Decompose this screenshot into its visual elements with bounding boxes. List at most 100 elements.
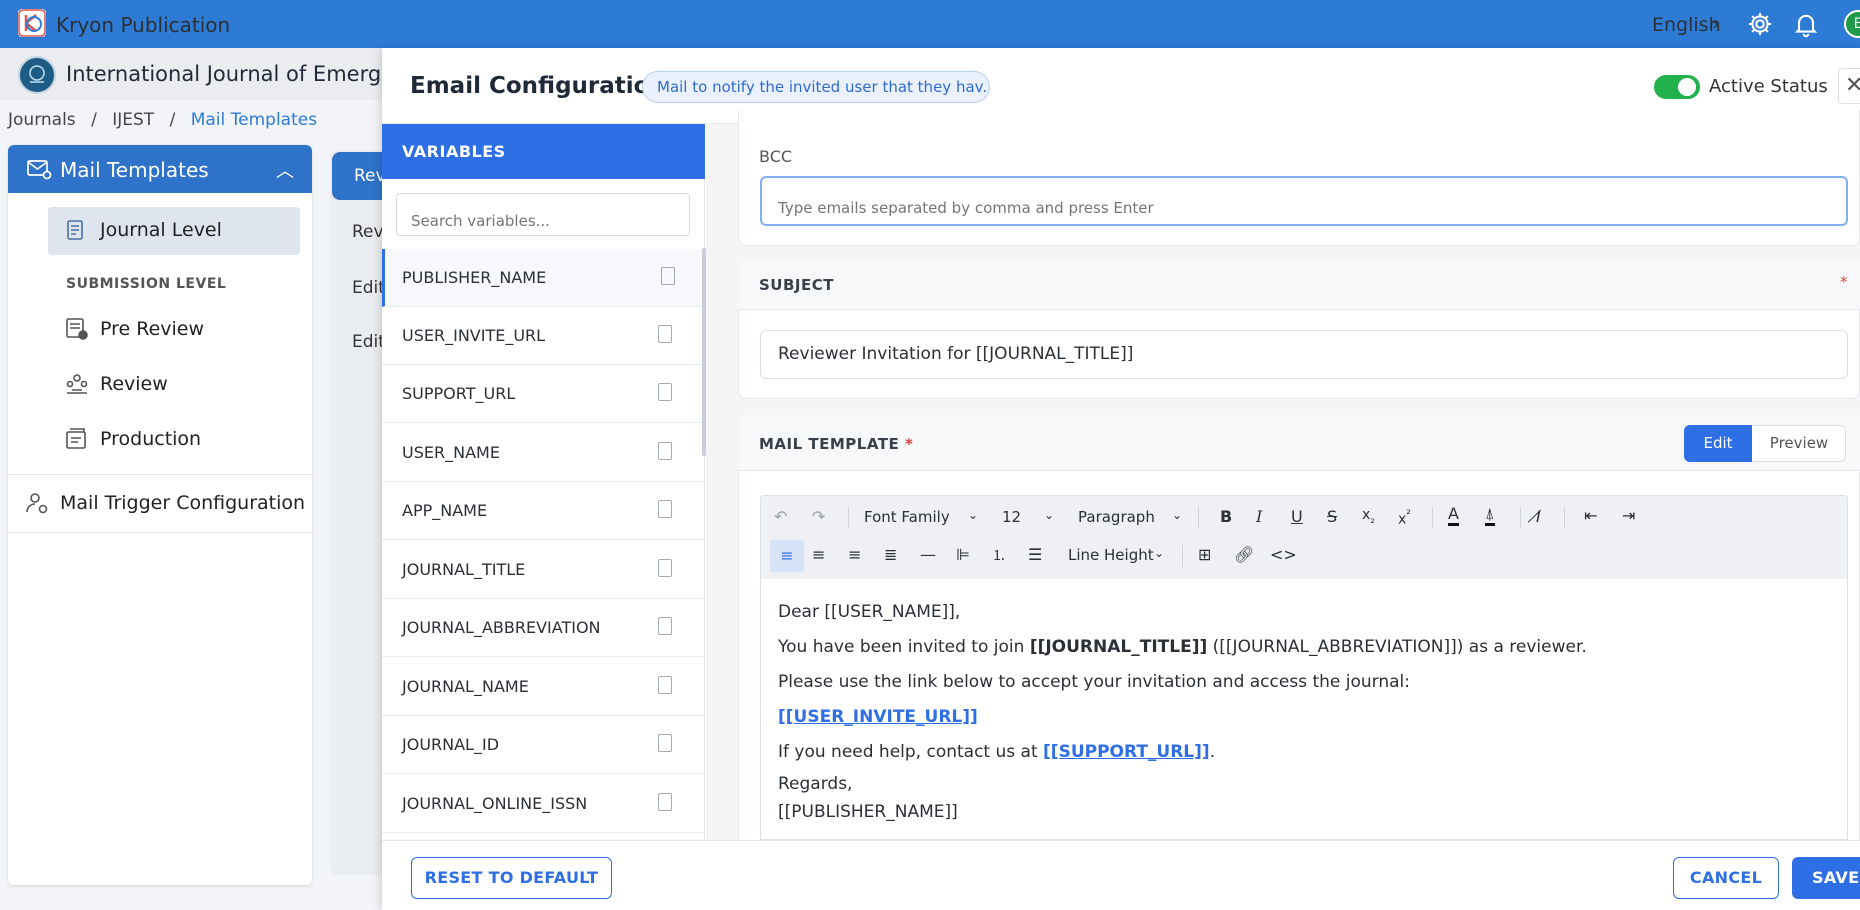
required-mark: * [905,435,914,453]
chevron-up-icon[interactable]: ︿ [276,157,294,183]
template-tab[interactable]: Edit [352,278,385,298]
redo-icon[interactable]: ↷ [812,507,825,526]
breadcrumb-journals[interactable]: Journals [8,110,76,130]
link-icon[interactable]: 🔗︎ [1234,545,1254,564]
invite-url-link[interactable]: [[USER_INVITE_URL]] [778,707,978,727]
variables-header: VARIABLES [382,124,705,179]
language-selector[interactable]: English [1652,14,1721,36]
highlight-color-icon[interactable]: ⍋ [1485,505,1495,526]
variable-name: APP_NAME [402,501,488,520]
document-icon[interactable] [658,559,672,577]
cancel-button[interactable]: CANCEL [1673,857,1779,899]
bulleted-list-icon[interactable]: ☰ [1028,545,1042,564]
editor-bold-text: [[JOURNAL_TITLE]] [1029,637,1208,657]
document-icon[interactable] [658,676,672,694]
document-icon[interactable] [658,383,672,401]
align-right-icon[interactable]: ≡ [848,545,861,564]
block-indent-icon[interactable]: ⊫ [956,545,970,564]
align-center-icon[interactable]: ≡ [812,545,825,564]
breadcrumb-mail-templates[interactable]: Mail Templates [191,110,317,130]
variable-item[interactable]: JOURNAL_NAME [382,658,705,716]
template-description-chip: Mail to notify the invited user that the… [642,71,990,103]
editor-line: Dear [[USER_NAME]], [778,602,961,622]
variable-item[interactable]: JOURNAL_ONLINE_ISSN [382,775,705,833]
outdent-icon[interactable]: ⇤ [1584,506,1597,525]
editor-line: If you need help, contact us at [[SUPPOR… [778,735,1830,770]
gear-icon[interactable] [1746,10,1774,38]
journal-name: International Journal of Emerging [66,62,386,86]
save-button[interactable]: SAVE [1792,857,1860,899]
code-view-icon[interactable]: <> [1270,545,1297,564]
variable-item[interactable]: JOURNAL_ABBREVIATION [382,599,705,657]
variables-search-input[interactable] [396,193,690,236]
strikethrough-icon[interactable]: S [1327,507,1337,526]
sidebar-item-label: Journal Level [100,219,222,241]
user-settings-icon [24,490,50,516]
variable-item[interactable]: PUBLISHER_NAME [382,249,705,307]
bold-icon[interactable]: B [1220,507,1232,526]
toolbar-separator [1198,507,1199,529]
bell-icon[interactable] [1792,10,1820,38]
font-family-select[interactable]: Font Family [864,508,950,526]
subject-input[interactable]: Reviewer Invitation for [[JOURNAL_TITLE]… [760,330,1848,379]
document-icon[interactable] [658,617,672,635]
sidebar-mail-templates-header[interactable]: Mail Templates ︿ [8,145,312,193]
template-tab[interactable]: Edit [352,332,385,352]
variable-item[interactable]: APP_NAME [382,482,705,540]
journal-logo-icon [18,56,56,94]
variable-item[interactable]: USER_INVITE_URL [382,307,705,365]
variable-name: JOURNAL_ONLINE_ISSN [402,794,588,813]
variable-item[interactable]: USER_NAME [382,424,705,482]
italic-icon[interactable]: I [1256,507,1262,526]
breadcrumb-ijest[interactable]: IJEST [112,110,154,130]
subject-header [738,258,1860,310]
variable-name: USER_INVITE_URL [402,326,546,345]
variable-name: JOURNAL_ABBREVIATION [402,618,601,637]
document-icon[interactable] [658,734,672,752]
editor-line: [[USER_INVITE_URL]] [778,700,1830,735]
document-icon[interactable] [658,325,672,343]
reset-to-default-button[interactable]: RESET TO DEFAULT [411,857,612,899]
document-icon[interactable] [658,500,672,518]
sidebar-item-mail-trigger[interactable]: Mail Trigger Configuration [60,492,305,514]
support-url-link[interactable]: [[SUPPORT_URL]] [1043,742,1210,762]
text-color-icon[interactable]: A [1448,505,1459,526]
numbered-list-icon[interactable]: ⒈ [992,545,1006,565]
sidebar-item-production[interactable]: Production [100,428,201,450]
line-height-select[interactable]: Line Height [1068,546,1154,564]
variable-item[interactable]: JOURNAL_TITLE [382,541,705,599]
underline-icon[interactable]: U [1291,507,1303,526]
horizontal-rule-icon[interactable]: — [920,545,936,564]
toolbar-separator [1564,507,1565,529]
chevron-down-icon: ⌄ [1044,508,1055,522]
justify-icon[interactable]: ≣ [884,545,897,564]
font-size-select[interactable]: 12 [1002,508,1021,526]
document-icon[interactable] [661,267,675,285]
undo-icon[interactable]: ↶ [774,507,787,526]
document-icon[interactable] [658,793,672,811]
variable-name: JOURNAL_TITLE [402,560,526,579]
preview-tab-button[interactable]: Preview [1752,425,1846,462]
close-icon[interactable]: ✕ [1838,68,1860,104]
superscript-icon[interactable]: x² [1398,507,1411,528]
bcc-input[interactable] [760,176,1848,226]
document-icon[interactable] [658,442,672,460]
subscript-icon[interactable]: x₂ [1362,507,1375,526]
block-format-select[interactable]: Paragraph [1078,508,1155,526]
align-left-icon[interactable]: ≡ [770,540,804,572]
variable-item[interactable]: SUPPORT_URL [382,365,705,423]
clear-format-icon[interactable]: I̸ [1536,507,1541,526]
variable-name: JOURNAL_ID [402,735,500,754]
journal-doc-icon [64,218,90,244]
variable-item[interactable]: JOURNAL_ID [382,716,705,774]
sidebar-item-pre-review[interactable]: Pre Review [100,318,204,340]
mail-template-editor[interactable]: Dear [[USER_NAME]], You have been invite… [760,579,1848,840]
editor-line: [[PUBLISHER_NAME]] [778,802,958,822]
app-logo-icon[interactable] [18,9,46,37]
table-icon[interactable]: ⊞ [1198,545,1211,564]
edit-tab-button[interactable]: Edit [1684,425,1752,462]
template-tab[interactable]: Rev [352,222,384,242]
sidebar [8,145,312,885]
indent-icon[interactable]: ⇥ [1622,506,1635,525]
sidebar-item-review[interactable]: Review [100,373,168,395]
